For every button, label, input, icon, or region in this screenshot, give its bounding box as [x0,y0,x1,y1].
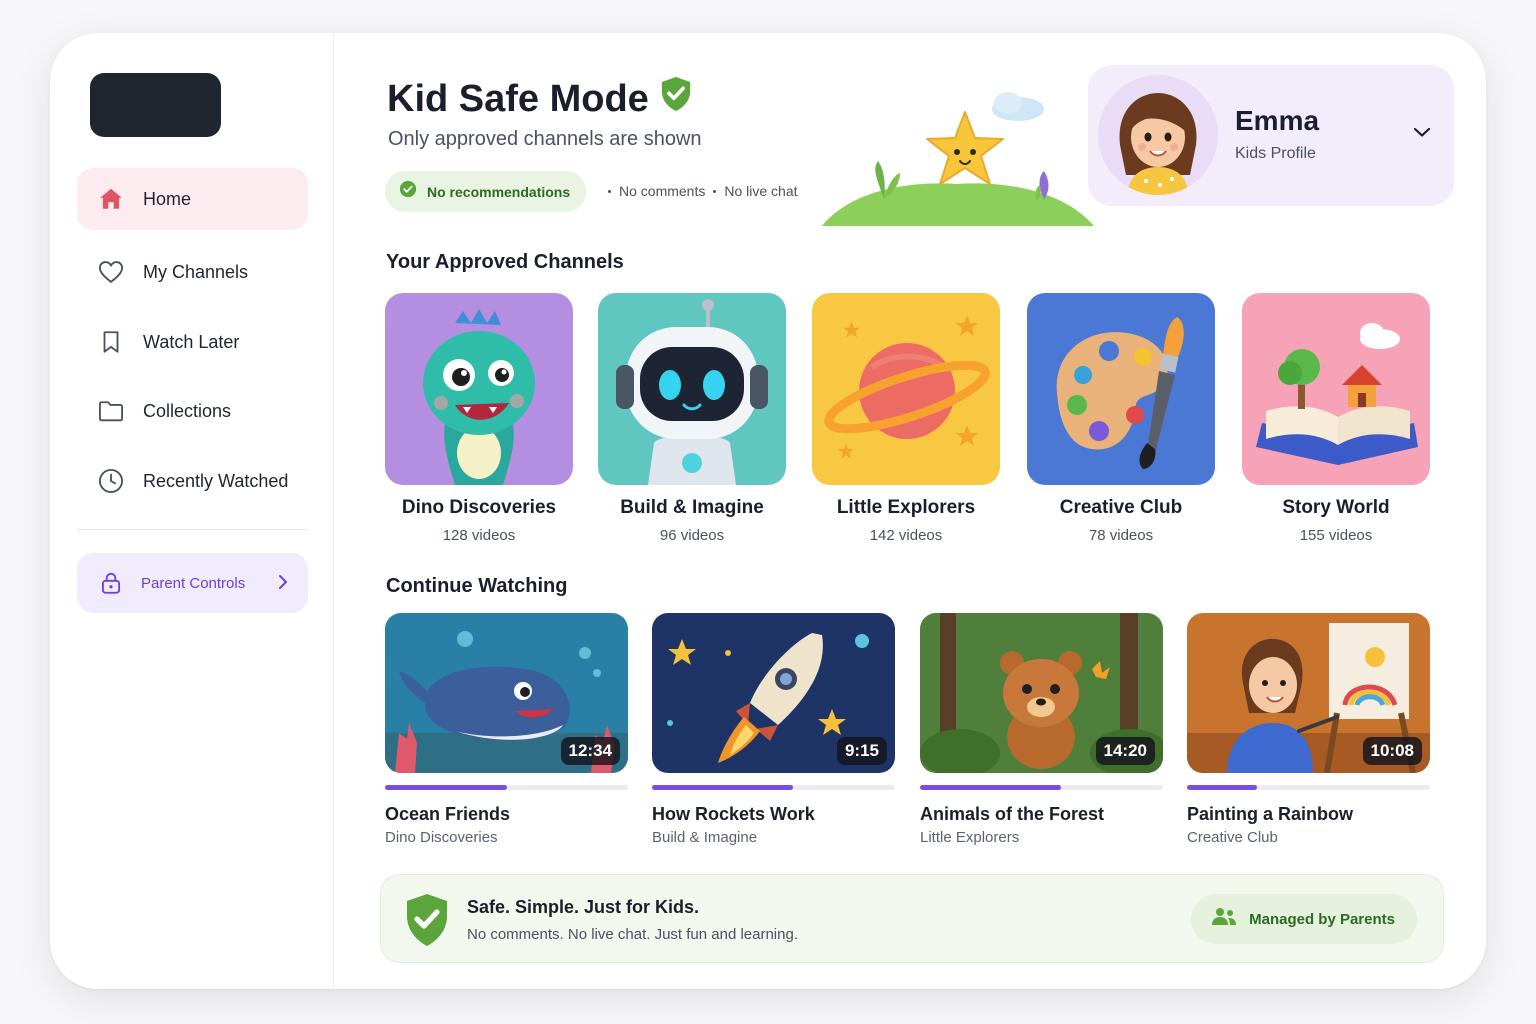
progress-fill [920,785,1061,790]
channel-thumbnail [385,293,573,485]
progress-bar [652,785,895,790]
bullet-dot [713,189,717,193]
video-channel: Dino Discoveries [385,829,498,846]
sidebar-item-recently-watched[interactable]: Recently Watched [77,450,308,512]
channel-name: Build & Imagine [620,497,764,518]
app-window: Home My Channels Watch Later Collections [50,33,1486,989]
channel-card-build-imagine[interactable]: Build & Imagine 96 videos [598,293,786,544]
video-card-painting-a-rainbow[interactable]: 10:08 Painting a Rainbow Creative Club [1187,613,1430,846]
sidebar: Home My Channels Watch Later Collections [50,33,334,989]
channel-video-count: 78 videos [1088,527,1154,544]
channel-video-count: 155 videos [1299,527,1373,544]
sidebar-item-collections[interactable]: Collections [77,380,308,442]
channel-video-count: 96 videos [659,527,725,544]
safety-banner: Safe. Simple. Just for Kids. No comments… [380,874,1444,963]
parent-controls-label: Parent Controls [141,574,246,592]
sidebar-item-label: Recently Watched [143,470,289,491]
profile-type: Kids Profile [1235,145,1316,162]
video-thumbnail: 9:15 [652,613,895,773]
video-duration: 9:15 [836,737,887,765]
channel-name: Dino Discoveries [401,497,557,518]
progress-fill [652,785,793,790]
video-card-how-rockets-work[interactable]: 9:15 How Rockets Work Build & Imagine [652,613,895,846]
star-hill-illustration [822,89,1094,226]
chevron-right-icon [276,571,290,598]
video-title: Ocean Friends [385,804,511,824]
lock-icon [97,569,125,597]
managed-by-parents-badge: Managed by Parents [1191,894,1417,944]
logo [90,73,221,137]
progress-bar [385,785,628,790]
sidebar-item-label: Watch Later [143,331,240,352]
channel-card-little-explorers[interactable]: Little Explorers 142 videos [812,293,1000,544]
no-comments-label: No comments [619,183,706,199]
progress-fill [385,785,507,790]
progress-bar [1187,785,1430,790]
check-circle-icon [399,180,417,203]
progress-fill [1187,785,1258,790]
sidebar-divider [77,529,308,530]
folder-icon [97,397,125,425]
parent-controls-button[interactable]: Parent Controls [77,553,308,613]
page-title: Kid Safe Mode [387,75,693,123]
shield-check-icon [659,75,693,123]
shield-check-icon [403,892,451,953]
channel-card-creative-club[interactable]: Creative Club 78 videos [1027,293,1215,544]
video-card-ocean-friends[interactable]: 12:34 Ocean Friends Dino Discoveries [385,613,628,846]
heart-icon [97,258,125,286]
progress-bar [920,785,1163,790]
video-channel: Build & Imagine [652,829,758,846]
approved-channels-heading: Your Approved Channels [386,251,624,273]
video-title: Painting a Rainbow [1187,804,1354,824]
channel-thumbnail [1027,293,1215,485]
video-title: How Rockets Work [652,804,815,824]
video-channel: Creative Club [1187,829,1278,846]
video-thumbnail: 14:20 [920,613,1163,773]
video-card-animals-of-the-forest[interactable]: 14:20 Animals of the Forest Little Explo… [920,613,1163,846]
bullet-dot [608,189,611,193]
video-title: Animals of the Forest [920,804,1105,824]
sidebar-item-label: Home [143,188,192,209]
safety-notes: No comments No live chat [608,183,798,199]
sidebar-item-home[interactable]: Home [77,168,308,230]
continue-watching-heading: Continue Watching [386,575,568,597]
channel-name: Story World [1282,497,1390,518]
video-duration: 10:08 [1362,737,1422,765]
channel-video-count: 128 videos [442,527,516,544]
profile-name: Emma [1235,105,1320,136]
channel-video-count: 142 videos [869,527,943,544]
sidebar-item-label: My Channels [143,261,249,282]
chip-label: No recommendations [427,183,571,200]
no-recommendations-chip: No recommendations [385,171,587,212]
avatar [1098,75,1218,195]
home-icon [97,185,125,213]
channel-card-story-world[interactable]: Story World 155 videos [1242,293,1430,544]
sidebar-item-my-channels[interactable]: My Channels [77,241,308,303]
clock-icon [97,467,125,495]
profile-switcher[interactable]: Emma Kids Profile [1088,65,1454,206]
channel-thumbnail [1242,293,1430,485]
no-live-chat-label: No live chat [724,183,798,199]
page-subtitle: Only approved channels are shown [388,128,702,150]
page-title-text: Kid Safe Mode [387,77,649,120]
video-thumbnail: 12:34 [385,613,628,773]
channel-card-dino-discoveries[interactable]: Dino Discoveries 128 videos [385,293,573,544]
sidebar-item-watch-later[interactable]: Watch Later [77,311,308,373]
channel-thumbnail [598,293,786,485]
managed-label: Managed by Parents [1249,910,1395,928]
video-thumbnail: 10:08 [1187,613,1430,773]
users-icon [1211,906,1237,933]
channel-thumbnail [812,293,1000,485]
banner-title: Safe. Simple. Just for Kids. [467,897,700,917]
video-channel: Little Explorers [920,829,1020,846]
bookmark-icon [97,328,125,356]
channel-name: Little Explorers [836,497,976,518]
video-duration: 14:20 [1095,737,1155,765]
channel-name: Creative Club [1059,497,1183,518]
chevron-down-icon[interactable] [1412,125,1432,144]
sidebar-item-label: Collections [143,400,232,421]
video-duration: 12:34 [560,737,620,765]
banner-subtitle: No comments. No live chat. Just fun and … [467,926,798,943]
